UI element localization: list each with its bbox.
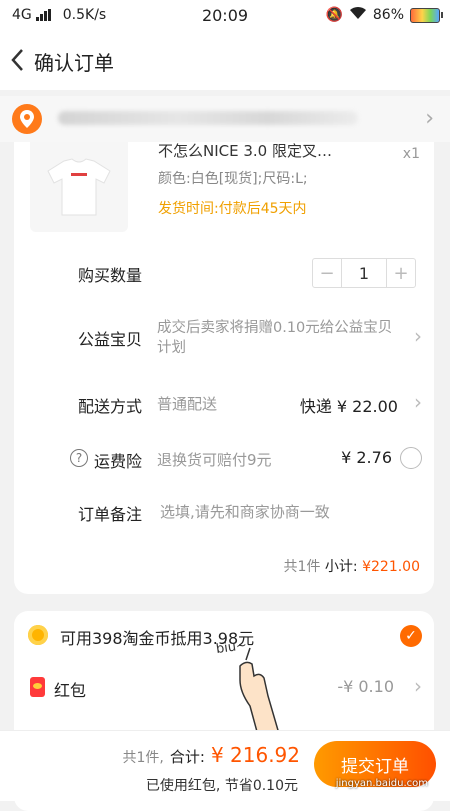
- product-image[interactable]: [30, 142, 128, 232]
- chevron-right-icon[interactable]: ›: [414, 674, 422, 698]
- red-packet-label: 红包: [54, 681, 87, 700]
- shipping-label: 配送方式: [78, 397, 143, 416]
- decrease-button[interactable]: −: [313, 259, 341, 287]
- quantity-label: 购买数量: [78, 266, 143, 285]
- back-icon[interactable]: [8, 46, 32, 76]
- chevron-right-icon[interactable]: ›: [414, 324, 422, 348]
- quantity-stepper: − 1 +: [312, 258, 416, 288]
- mute-icon: 🔕: [325, 7, 343, 23]
- status-bar: 4G 0.5K/s 20:09 🔕 86%: [0, 0, 450, 32]
- product-quantity: x1: [402, 146, 420, 162]
- address-redacted: [58, 111, 358, 125]
- insurance-price: ¥ 2.76: [341, 448, 392, 467]
- checkout-bar: 共1件, 合计: ¥ 216.92 已使用红包, 节省0.10元 提交订单: [0, 730, 450, 801]
- remark-label: 订单备注: [78, 505, 143, 524]
- ship-time: 发货时间:付款后45天内: [158, 201, 307, 217]
- status-icons: 🔕 86%: [325, 6, 443, 24]
- order-card: 不怎么NICE 3.0 限定叉… x1 颜色:白色[现货];尺码:L; 发货时间…: [14, 142, 434, 594]
- product-spec: 颜色:白色[现货];尺码:L;: [158, 171, 308, 187]
- quantity-value[interactable]: 1: [341, 259, 387, 287]
- total-line: 共1件, 合计: ¥ 216.92: [123, 743, 300, 767]
- location-pin-icon: [12, 104, 42, 134]
- red-packet-value: -¥ 0.10: [337, 677, 394, 696]
- shipping-price: 快递 ¥ 22.00: [299, 397, 398, 416]
- tshirt-icon: [47, 158, 111, 216]
- coin-icon: [28, 625, 48, 645]
- subtotal: 共1件 小计: ¥221.00: [284, 556, 420, 576]
- page-title: 确认订单: [34, 51, 114, 75]
- increase-button[interactable]: +: [387, 259, 415, 287]
- subtotal-label: 小计:: [324, 559, 358, 575]
- total-count: 共1件,: [122, 750, 164, 766]
- chevron-right-icon: ›: [425, 106, 434, 131]
- total-amount: ¥ 216.92: [210, 743, 300, 767]
- charity-text: 成交后卖家将捐赠0.10元给公益宝贝计划: [157, 320, 393, 356]
- watermark: jingyan.baidu.com: [335, 778, 428, 789]
- shipping-method: 普通配送: [157, 395, 218, 413]
- insurance-label: 运费险: [94, 452, 143, 471]
- address-bar[interactable]: ›: [0, 96, 450, 142]
- coin-checkbox[interactable]: ✓: [400, 625, 422, 647]
- battery-percent: 86%: [372, 7, 404, 23]
- red-packet-icon: [30, 677, 45, 697]
- total-label: 合计:: [169, 748, 205, 766]
- help-icon[interactable]: ?: [70, 449, 88, 467]
- subtotal-count: 共1件: [283, 559, 321, 575]
- insurance-text: 退换货可赔付9元: [157, 451, 272, 469]
- remark-input[interactable]: 选填,请先和商家协商一致: [160, 501, 330, 522]
- chevron-right-icon[interactable]: ›: [414, 390, 422, 414]
- subtotal-amount: ¥221.00: [362, 559, 420, 575]
- battery-icon: [410, 7, 443, 23]
- savings-text: 已使用红包, 节省0.10元: [145, 778, 298, 794]
- product-title[interactable]: 不怎么NICE 3.0 限定叉…: [158, 140, 332, 161]
- insurance-radio[interactable]: [400, 447, 422, 469]
- wifi-icon: [349, 6, 367, 24]
- page-header: 确认订单: [0, 32, 450, 90]
- charity-label: 公益宝贝: [78, 330, 143, 349]
